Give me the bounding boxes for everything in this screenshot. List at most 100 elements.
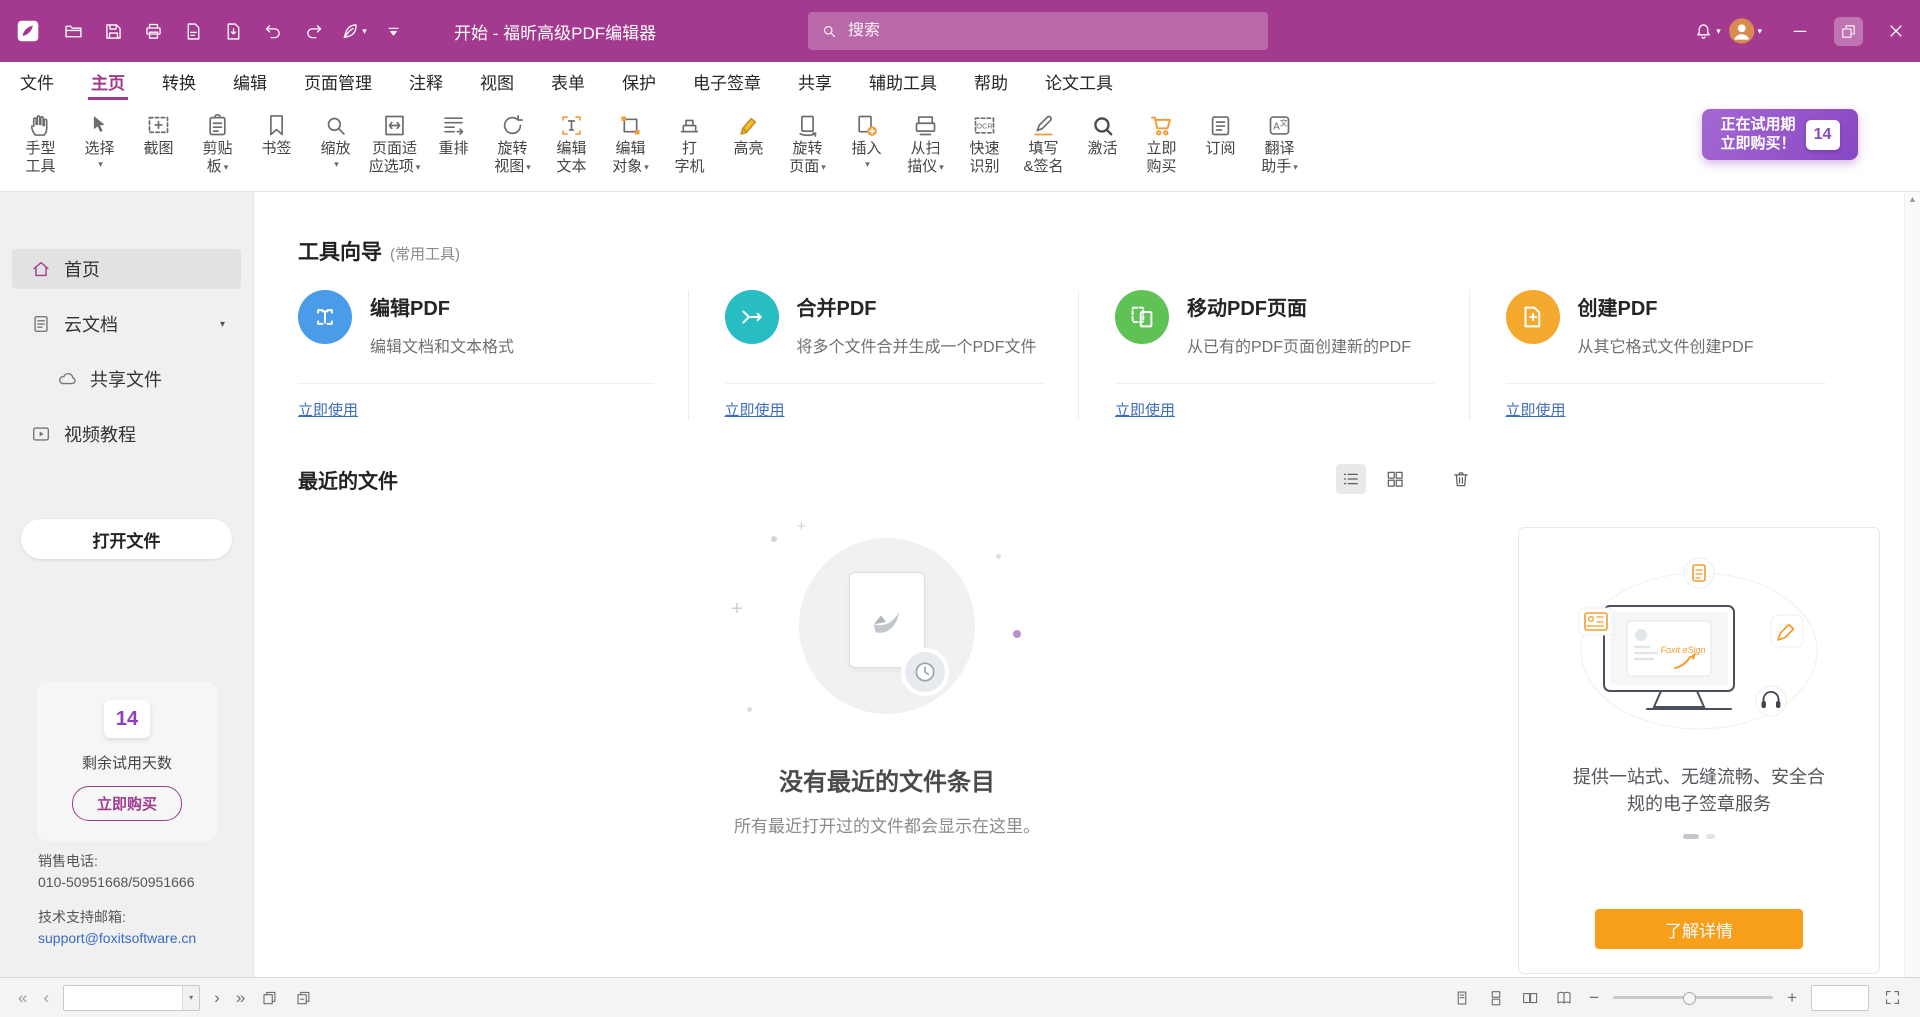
zoom-magnifier-icon <box>322 112 349 139</box>
card-use-now-link[interactable]: 立即使用 <box>725 402 785 419</box>
last-page-button[interactable]: » <box>234 988 247 1008</box>
notifications-button[interactable]: ▾ <box>1690 14 1724 48</box>
ribbon-fill-sign-button[interactable]: 填写&签名 <box>1015 107 1072 177</box>
search-box[interactable] <box>808 12 1268 50</box>
grid-view-button[interactable] <box>1380 464 1410 494</box>
menu-item-help[interactable]: 帮助 <box>974 62 1008 100</box>
ribbon-typewriter-button[interactable]: 打字机 <box>661 107 718 177</box>
minimize-button[interactable] <box>1776 0 1824 62</box>
page-number-input[interactable] <box>64 986 182 1010</box>
ribbon-select-button[interactable]: 选择▾ <box>71 107 128 177</box>
sidebar-item-video-tutorials[interactable]: 视频教程 <box>12 414 241 454</box>
tool-card-merge-pdf[interactable]: 合并PDF将多个文件合并生成一个PDF文件立即使用 <box>689 290 1080 420</box>
ribbon-translate-button[interactable]: A文翻译助手▾ <box>1251 107 1308 177</box>
menu-item-accessibility[interactable]: 辅助工具 <box>869 62 937 100</box>
restore-button[interactable] <box>1824 0 1872 62</box>
open-file-button[interactable]: 打开文件 <box>21 519 232 559</box>
single-page-view-button[interactable] <box>1451 987 1473 1009</box>
scroll-up-arrow-icon[interactable]: ▲ <box>1908 194 1917 204</box>
menu-item-view[interactable]: 视图 <box>480 62 514 100</box>
minimize-icon <box>1790 21 1810 41</box>
continuous-view-button[interactable] <box>1485 987 1507 1009</box>
split-view-button[interactable] <box>293 987 315 1009</box>
chevron-down-icon[interactable]: ▾ <box>220 319 225 330</box>
buy-now-button[interactable]: 立即购买 <box>72 786 182 821</box>
save-button[interactable] <box>96 14 130 48</box>
fullscreen-button[interactable] <box>1881 986 1904 1009</box>
card-use-now-link[interactable]: 立即使用 <box>1115 402 1175 419</box>
next-page-button[interactable]: › <box>212 988 222 1008</box>
ribbon-snapshot-button[interactable]: 截图 <box>130 107 187 177</box>
menu-item-form[interactable]: 表单 <box>551 62 585 100</box>
ribbon-button-label: 手型 <box>25 140 55 158</box>
redo-button[interactable] <box>296 14 330 48</box>
menu-item-edit[interactable]: 编辑 <box>233 62 267 100</box>
ribbon-rotate-view-button[interactable]: 旋转视图▾ <box>484 107 541 177</box>
menu-item-share[interactable]: 共享 <box>798 62 832 100</box>
tool-card-move-pdf-pages[interactable]: 移动PDF页面从已有的PDF页面创建新的PDF立即使用 <box>1079 290 1470 420</box>
first-page-button[interactable]: « <box>16 988 29 1008</box>
ribbon-insert-button[interactable]: 插入▾ <box>838 107 895 177</box>
menu-item-convert[interactable]: 转换 <box>162 62 196 100</box>
zoom-slider-knob[interactable] <box>1683 992 1696 1005</box>
ribbon-highlight-button[interactable]: 高亮 <box>720 107 777 177</box>
menu-item-page-manage[interactable]: 页面管理 <box>304 62 372 100</box>
ribbon-quick-ocr-button[interactable]: OCR快速识别 <box>956 107 1013 177</box>
esign-quick-button[interactable]: ▾ <box>336 14 370 48</box>
tool-card-create-pdf[interactable]: 创建PDF从其它格式文件创建PDF立即使用 <box>1470 290 1861 420</box>
zoom-out-button[interactable]: − <box>1587 988 1601 1008</box>
ribbon-hand-tool-button[interactable]: 手型工具 <box>12 107 69 177</box>
account-avatar-button[interactable]: ▾ <box>1728 14 1762 48</box>
open-file-toolbar-button[interactable] <box>56 14 90 48</box>
ribbon-from-scanner-button[interactable]: 从扫描仪▾ <box>897 107 954 177</box>
card-use-now-link[interactable]: 立即使用 <box>1506 402 1566 419</box>
ribbon-subscribe-button[interactable]: 订阅 <box>1192 107 1249 177</box>
support-email-link[interactable]: support@foxitsoftware.cn <box>38 930 196 946</box>
zoom-in-button[interactable]: + <box>1785 988 1799 1008</box>
list-view-button[interactable] <box>1336 464 1366 494</box>
clear-recent-button[interactable] <box>1446 464 1476 494</box>
carousel-dot[interactable] <box>1706 834 1715 839</box>
menu-item-home[interactable]: 主页 <box>91 62 125 100</box>
tool-card-edit-pdf[interactable]: 编辑PDF编辑文档和文本格式立即使用 <box>298 290 689 420</box>
print-button[interactable] <box>136 14 170 48</box>
card-use-now-link[interactable]: 立即使用 <box>298 402 358 419</box>
sidebar-item-shared-files[interactable]: 共享文件 <box>12 359 241 399</box>
content-scrollbar[interactable]: ▲ <box>1904 192 1920 977</box>
page-input-caret-icon[interactable]: ▾ <box>182 986 199 1010</box>
ribbon-fit-options-button[interactable]: 页面适应选项▾ <box>366 107 423 177</box>
ribbon-clipboard-button[interactable]: 剪贴板▾ <box>189 107 246 177</box>
menu-item-protect[interactable]: 保护 <box>622 62 656 100</box>
search-input[interactable] <box>848 22 1256 40</box>
ribbon-edit-object-button[interactable]: 编辑对象▾ <box>602 107 659 177</box>
carousel-dot-active[interactable] <box>1683 834 1699 839</box>
ribbon-zoom-button[interactable]: 缩放▾ <box>307 107 364 177</box>
ribbon-buy-now-button[interactable]: 立即购买 <box>1133 107 1190 177</box>
menu-item-label: 主页 <box>91 69 125 94</box>
facing-view-button[interactable] <box>1519 987 1541 1009</box>
menu-item-esign[interactable]: 电子签章 <box>693 62 761 100</box>
duplicate-view-button[interactable] <box>259 987 281 1009</box>
ribbon-bookmark-button[interactable]: 书签 <box>248 107 305 177</box>
prev-page-button[interactable]: ‹ <box>41 988 51 1008</box>
learn-more-button[interactable]: 了解详情 <box>1595 909 1803 949</box>
zoom-slider[interactable] <box>1613 985 1773 1011</box>
export-document-button[interactable] <box>216 14 250 48</box>
zoom-percent-input[interactable] <box>1811 985 1869 1011</box>
book-view-button[interactable] <box>1553 987 1575 1009</box>
undo-button[interactable] <box>256 14 290 48</box>
ribbon-activate-button[interactable]: 激活 <box>1074 107 1131 177</box>
save-as-button[interactable] <box>176 14 210 48</box>
trial-badge[interactable]: 正在试用期 立即购买！ 14 <box>1702 109 1858 160</box>
sidebar-item-home[interactable]: 首页 <box>12 249 241 289</box>
ribbon-rotate-pages-button[interactable]: 旋转页面▾ <box>779 107 836 177</box>
ribbon-reflow-button[interactable]: 重排 <box>425 107 482 177</box>
customize-toolbar-button[interactable] <box>376 14 410 48</box>
ocr-icon: OCR <box>971 112 998 139</box>
menu-item-paper-tools[interactable]: 论文工具 <box>1045 62 1113 100</box>
menu-item-file[interactable]: 文件 <box>20 62 54 100</box>
ribbon-edit-text-button[interactable]: 编辑文本 <box>543 107 600 177</box>
close-button[interactable] <box>1872 0 1920 62</box>
sidebar-item-cloud-docs[interactable]: 云文档▾ <box>12 304 241 344</box>
menu-item-comment[interactable]: 注释 <box>409 62 443 100</box>
